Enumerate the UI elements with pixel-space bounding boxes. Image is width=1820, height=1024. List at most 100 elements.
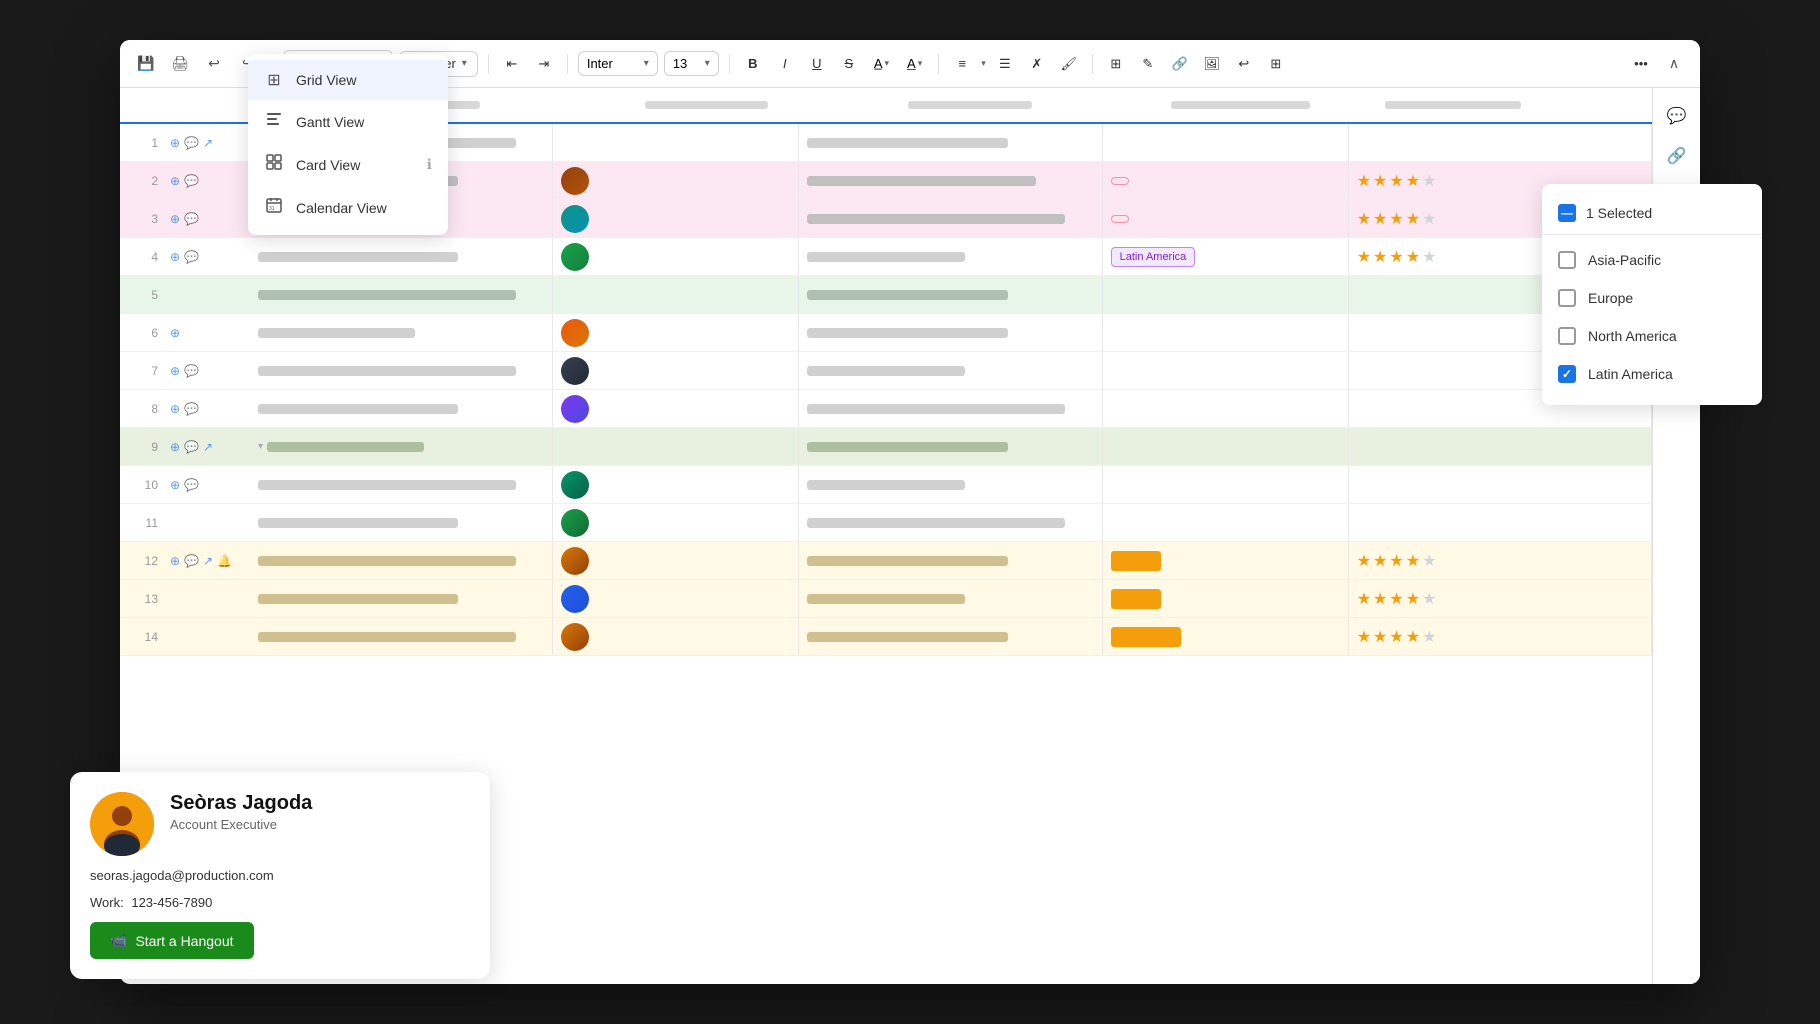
row-comment-icon[interactable]: 💬 (184, 364, 199, 378)
highlight2-btn[interactable]: ✎ (1135, 51, 1161, 77)
hangout-icon: 📹 (110, 932, 127, 949)
view-option-gantt[interactable]: Gantt View (248, 100, 448, 143)
sidebar-links-btn[interactable]: 🔗 (1661, 140, 1693, 172)
table-row: 10 ⊕ 💬 (120, 466, 1652, 504)
row-comment-icon[interactable]: 💬 (184, 402, 199, 416)
row-link-icon[interactable]: ⊕ (170, 250, 180, 264)
view-option-grid[interactable]: ⊞ Grid View (248, 60, 448, 100)
row-actions: ⊕ (170, 326, 250, 340)
row-link-icon[interactable]: ⊕ (170, 364, 180, 378)
row-number: 2 (120, 174, 170, 188)
filter-item-europe[interactable]: Europe (1542, 279, 1762, 317)
align-btn[interactable]: ≡ (949, 51, 975, 77)
cell-rating-13: ★ ★ ★ ★ ★ (1349, 580, 1652, 617)
save-btn[interactable]: 💾 (132, 50, 160, 78)
image-btn[interactable]: 🖼 (1199, 51, 1225, 77)
cell-avatar-6 (553, 314, 799, 351)
size-label: 13 (673, 56, 687, 71)
collapse-btn[interactable]: ∧ (1660, 50, 1688, 78)
view-option-card[interactable]: Card View ℹ (248, 143, 448, 186)
star-1: ★ (1357, 209, 1371, 229)
star-3: ★ (1389, 209, 1403, 229)
asia-pacific-label: Asia-Pacific (1588, 252, 1661, 268)
filter-item-north-america[interactable]: North America (1542, 317, 1762, 355)
divider-3 (567, 54, 568, 74)
row-link-icon[interactable]: ⊕ (170, 326, 180, 340)
row-notify-icon[interactable]: 🔔 (217, 554, 232, 568)
latin-america-checkbox[interactable] (1558, 365, 1576, 383)
filter-item-asia[interactable]: Asia-Pacific (1542, 241, 1762, 279)
north-america-label: North America (1588, 328, 1677, 344)
strikethrough-btn[interactable]: S (836, 51, 862, 77)
europe-checkbox[interactable] (1558, 289, 1576, 307)
sidebar-comments-btn[interactable]: 💬 (1661, 100, 1693, 132)
star-3: ★ (1389, 627, 1403, 647)
cell-tag-7 (1103, 352, 1349, 389)
row-comment-icon[interactable]: 💬 (184, 136, 199, 150)
font-selector[interactable]: Inter ▾ (578, 51, 658, 76)
star-4: ★ (1406, 551, 1420, 571)
cell-tag-1 (1103, 124, 1349, 161)
table-btn[interactable]: ⊞ (1103, 51, 1129, 77)
more-btn[interactable]: ••• (1628, 51, 1654, 77)
view-option-calendar[interactable]: 31 Calendar View (248, 186, 448, 229)
link-btn[interactable]: 🔗 (1167, 51, 1193, 77)
start-hangout-button[interactable]: 📹 Start a Hangout (90, 922, 254, 959)
avatar (561, 623, 589, 651)
cell-text-4 (250, 238, 553, 275)
list-btn[interactable]: ☰ (992, 51, 1018, 77)
cell-avatar-12 (553, 542, 799, 579)
region-tag (1111, 215, 1129, 223)
row-link-icon[interactable]: ⊕ (170, 174, 180, 188)
row-comment-icon[interactable]: 💬 (184, 440, 199, 454)
print-btn[interactable]: 🖨 (166, 50, 194, 78)
font-size-selector[interactable]: 13 ▾ (664, 51, 719, 76)
text-color-btn[interactable]: A ▾ (901, 52, 928, 75)
row-expand-icon[interactable]: ↗ (203, 554, 213, 568)
row-comment-icon[interactable]: 💬 (184, 554, 199, 568)
row-link-icon[interactable]: ⊕ (170, 478, 180, 492)
row-link-icon[interactable]: ⊕ (170, 554, 180, 568)
row-comment-icon[interactable]: 💬 (184, 478, 199, 492)
star-2: ★ (1373, 247, 1387, 267)
underline-btn[interactable]: U (804, 51, 830, 77)
row-comment-icon[interactable]: 💬 (184, 250, 199, 264)
row-expand-icon[interactable]: ↗ (203, 136, 213, 150)
cell-text-8 (250, 390, 553, 427)
row-link-icon[interactable]: ⊕ (170, 402, 180, 416)
star-1: ★ (1357, 551, 1371, 571)
bold-btn[interactable]: B (740, 51, 766, 77)
row-link-icon[interactable]: ⊕ (170, 136, 180, 150)
cell-data-3 (799, 200, 1102, 237)
avatar (561, 471, 589, 499)
wrap-btn[interactable]: ↩ (1231, 51, 1257, 77)
latin-america-label: Latin America (1588, 366, 1673, 382)
row-comment-icon[interactable]: 💬 (184, 212, 199, 226)
row-expand-icon[interactable]: ↗ (203, 440, 213, 454)
row-number: 10 (120, 478, 170, 492)
row-link-icon[interactable]: ⊕ (170, 212, 180, 226)
cell-data-1 (799, 124, 1102, 161)
highlight-color-btn[interactable]: A̲ ▾ (868, 52, 895, 75)
asia-pacific-checkbox[interactable] (1558, 251, 1576, 269)
row-number: 11 (120, 516, 170, 530)
star-rating: ★ ★ ★ ★ ★ (1357, 627, 1437, 647)
size-chevron: ▾ (705, 58, 710, 69)
clear-btn[interactable]: ✗ (1024, 51, 1050, 77)
undo-btn[interactable]: ↩ (200, 50, 228, 78)
table-row: 9 ⊕ 💬 ↗ ▾ (120, 428, 1652, 466)
star-1: ★ (1357, 627, 1371, 647)
selected-count-label: 1 Selected (1586, 205, 1652, 221)
cell-rating-10 (1349, 466, 1652, 503)
outdent-btn[interactable]: ⇥ (531, 51, 557, 77)
formula-btn[interactable]: ⊞ (1263, 51, 1289, 77)
north-america-checkbox[interactable] (1558, 327, 1576, 345)
indent-btn[interactable]: ⇤ (499, 51, 525, 77)
italic-btn[interactable]: I (772, 51, 798, 77)
row-comment-icon[interactable]: 💬 (184, 174, 199, 188)
paint-btn[interactable]: 🖌 (1056, 51, 1082, 77)
filter-item-latin-america[interactable]: Latin America (1542, 355, 1762, 393)
star-1: ★ (1357, 247, 1371, 267)
row-link-icon[interactable]: ⊕ (170, 440, 180, 454)
selected-badge (1558, 204, 1576, 222)
